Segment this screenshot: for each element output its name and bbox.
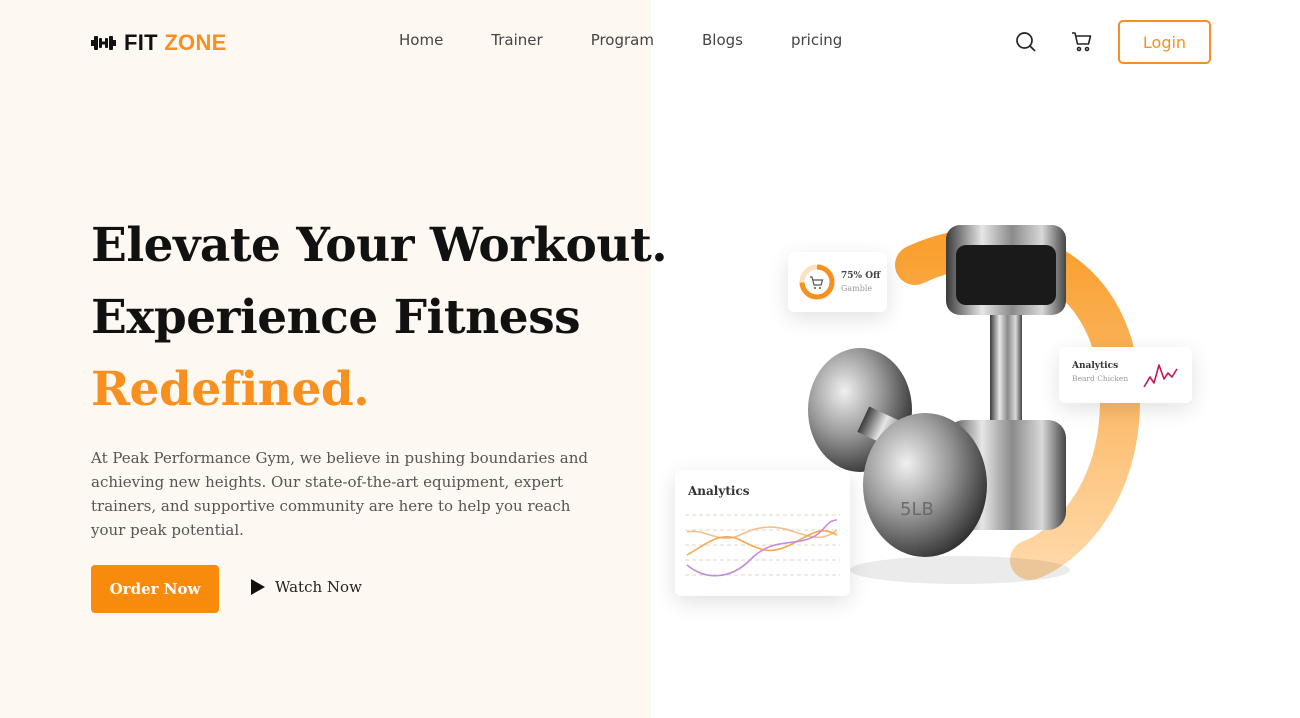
brand-name-part1: FIT	[124, 30, 158, 55]
nav-pricing[interactable]: pricing	[791, 31, 842, 49]
nav-blogs[interactable]: Blogs	[702, 31, 743, 49]
hero-title-line1: Elevate Your Workout.	[91, 218, 668, 273]
discount-title: 75% Off	[841, 271, 881, 281]
brand-logo[interactable]: FIT ZONE	[91, 30, 227, 56]
dumbbell-weight-label: 5LB	[900, 499, 934, 520]
sparkline-icon	[1143, 364, 1178, 388]
dumbbell-logo-icon	[91, 36, 116, 50]
hero-title: Elevate Your Workout. Experience Fitness…	[91, 210, 668, 426]
watch-now-button[interactable]: Watch Now	[251, 578, 362, 596]
hero-visual: 5LB 75% Off Gamble Analytics Beard Chick…	[660, 200, 1220, 630]
hero-title-line3: Redefined.	[91, 362, 370, 417]
analytics-chart-graphic	[685, 514, 840, 577]
order-now-button[interactable]: Order Now	[91, 565, 219, 613]
cart-donut-icon	[799, 264, 835, 300]
nav-program[interactable]: Program	[591, 31, 654, 49]
main-nav: Home Trainer Program Blogs pricing	[399, 31, 842, 49]
nav-trainer[interactable]: Trainer	[491, 31, 542, 49]
discount-card: 75% Off Gamble	[788, 252, 887, 312]
brand-name: FIT ZONE	[124, 30, 227, 56]
cart-icon[interactable]	[1071, 31, 1093, 58]
analytics-big-title: Analytics	[688, 484, 750, 498]
login-button[interactable]: Login	[1118, 20, 1211, 64]
hero-description: At Peak Performance Gym, we believe in p…	[91, 449, 589, 539]
watch-now-label: Watch Now	[275, 578, 362, 596]
nav-home[interactable]: Home	[399, 31, 443, 49]
analytics-small-card: Analytics Beard Chicken	[1059, 347, 1192, 403]
brand-name-part2: ZONE	[164, 30, 227, 55]
play-icon	[251, 579, 265, 595]
analytics-big-card: Analytics	[675, 470, 850, 596]
discount-subtitle: Gamble	[841, 284, 873, 293]
search-icon[interactable]	[1015, 31, 1037, 58]
hero-title-line2: Experience Fitness	[91, 290, 581, 345]
